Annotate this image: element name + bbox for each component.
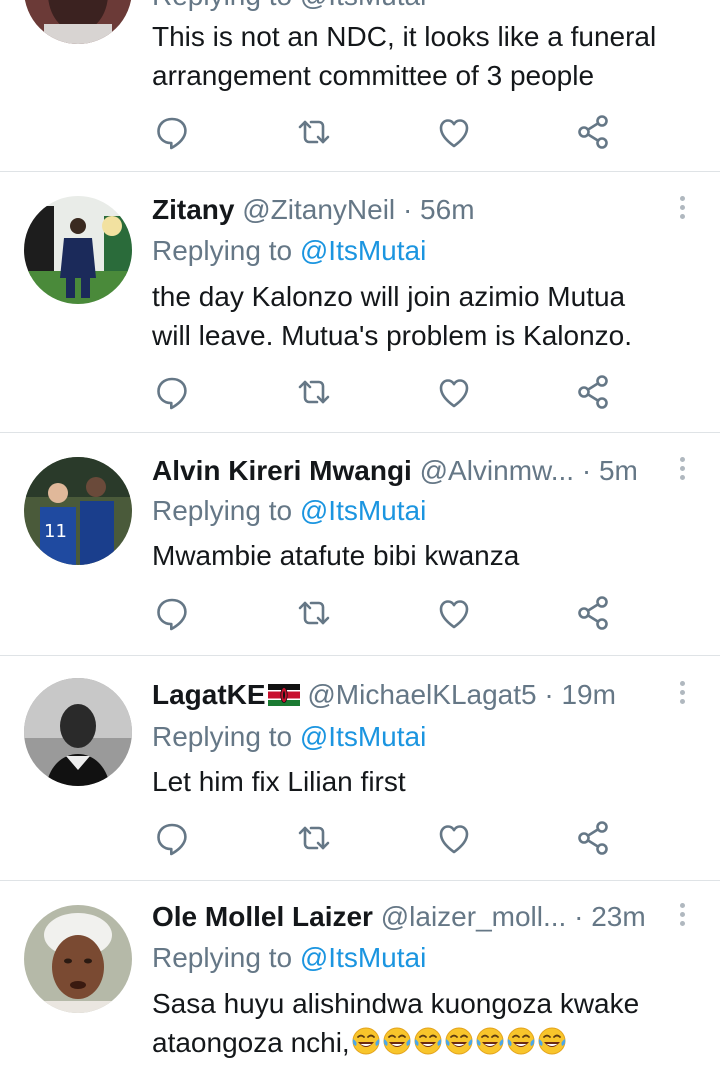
tweet-text-line: will leave. Mutua's problem is Kalonzo. [152,320,633,351]
tweet-0[interactable]: Replying to @ItsMutai This is not an NDC… [0,0,720,171]
tweet-text: This is not an NDC, it looks like a fune… [152,17,680,95]
tweet-2[interactable]: 11 Alvin Kireri Mwangi @Alvinmw... · 5m … [0,433,720,655]
more-vertical-icon[interactable] [670,677,694,713]
timestamp[interactable]: 23m [591,901,645,932]
separator: · [402,194,413,225]
like-icon[interactable] [434,593,474,633]
avatar[interactable] [24,905,132,1013]
kenya-flag-emoji [268,684,300,706]
display-name[interactable]: Ole Mollel Laizer [152,901,373,932]
avatar[interactable] [24,678,132,786]
share-icon[interactable] [574,372,614,412]
more-vertical-icon[interactable] [670,453,694,489]
retweet-icon[interactable] [294,372,334,412]
tweet-text-line: arrangement committee of 3 people [152,60,595,91]
like-icon[interactable] [434,818,474,858]
tweet-header: Alvin Kireri Mwangi @Alvinmw... · 5m [152,453,680,489]
retweet-icon[interactable] [294,112,334,152]
tweet-text-line: This is not an NDC, it looks like a fune… [152,21,657,52]
avatar[interactable] [24,0,132,44]
timestamp[interactable]: 5m [599,455,638,486]
timestamp[interactable]: 56m [420,194,474,225]
tweet-text: the day Kalonzo will join azimio Mutua w… [152,277,680,355]
retweet-icon[interactable] [294,593,334,633]
svg-text:11: 11 [44,521,67,542]
replying-to: Replying to @ItsMutai [152,493,426,529]
tweet-text-line: Sasa huyu alishindwa kuongoza kwake [152,988,640,1019]
retweet-icon[interactable] [294,818,334,858]
handle[interactable]: @Alvinmw... [420,455,574,486]
tweet-text-line: Mwambie atafute bibi kwanza [152,540,520,571]
replying-to-label: Replying to [152,721,293,752]
mention-link[interactable]: @ItsMutai [300,721,426,752]
share-icon[interactable] [574,112,614,152]
display-name[interactable]: Zitany [152,194,234,225]
tears-of-joy-emoji [351,1026,381,1056]
tweet-3[interactable]: LagatKE @MichaelKLagat5 · 19m Replying t… [0,656,720,880]
tweet-header: Ole Mollel Laizer @laizer_moll... · 23m [152,899,664,935]
more-vertical-icon[interactable] [670,192,694,228]
tweet-actions [152,818,632,858]
mention-link[interactable]: @ItsMutai [300,235,426,266]
tweet-actions [152,372,632,412]
tweet-4[interactable]: Ole Mollel Laizer @laizer_moll... · 23m … [0,881,720,1073]
replying-to-label: Replying to [152,235,293,266]
tweet-text-line: ataongoza nchi, [152,1023,680,1062]
reply-icon[interactable] [152,818,192,858]
separator: · [544,679,554,710]
separator: · [574,901,584,932]
share-icon[interactable] [574,818,614,858]
replying-to-label: Replying to [152,942,293,973]
reply-icon[interactable] [152,593,192,633]
tweet-header: LagatKE @MichaelKLagat5 · 19m [152,677,664,713]
reply-icon[interactable] [152,372,192,412]
replying-to: Replying to @ItsMutai [152,719,426,755]
tweet-text-line: the day Kalonzo will join azimio Mutua [152,281,626,312]
like-icon[interactable] [434,372,474,412]
reply-icon[interactable] [152,112,192,152]
tweet-1[interactable]: Zitany @ZitanyNeil · 56m Replying to @It… [0,172,720,432]
handle[interactable]: @MichaelKLagat5 [307,679,536,710]
tears-of-joy-emoji [382,1026,412,1056]
display-name[interactable]: Alvin Kireri Mwangi [152,455,412,486]
separator: · [581,455,592,486]
more-vertical-icon[interactable] [670,899,694,935]
like-icon[interactable] [434,112,474,152]
tweet-text: Mwambie atafute bibi kwanza [152,536,680,575]
replying-to: Replying to @ItsMutai [152,233,426,269]
emoji-row [350,1027,567,1058]
tweet-text: Sasa huyu alishindwa kuongoza kwake atao… [152,984,680,1062]
replying-to-label: Replying to [152,495,293,526]
tweet-text-line: Let him fix Lilian first [152,766,406,797]
share-icon[interactable] [574,593,614,633]
replying-to-partial: Replying to @ItsMutai [152,0,664,14]
tears-of-joy-emoji [444,1026,474,1056]
tears-of-joy-emoji [475,1026,505,1056]
handle[interactable]: @laizer_moll... [381,901,567,932]
tweet-actions [152,593,632,633]
display-name[interactable]: LagatKE [152,679,300,710]
timestamp[interactable]: 19m [561,679,615,710]
replying-to: Replying to @ItsMutai [152,940,426,976]
avatar[interactable]: 11 [24,457,132,565]
handle[interactable]: @ZitanyNeil [242,194,395,225]
display-name-text: LagatKE [152,679,266,710]
tweet-header: Zitany @ZitanyNeil · 56m [152,192,664,228]
tears-of-joy-emoji [506,1026,536,1056]
mention-link[interactable]: @ItsMutai [300,942,426,973]
tweet-text-span: ataongoza nchi, [152,1027,350,1058]
tweet-actions [152,112,632,152]
tweet-text: Let him fix Lilian first [152,762,680,801]
avatar[interactable] [24,196,132,304]
tears-of-joy-emoji [537,1026,567,1056]
tears-of-joy-emoji [413,1026,443,1056]
mention-link[interactable]: @ItsMutai [300,495,426,526]
